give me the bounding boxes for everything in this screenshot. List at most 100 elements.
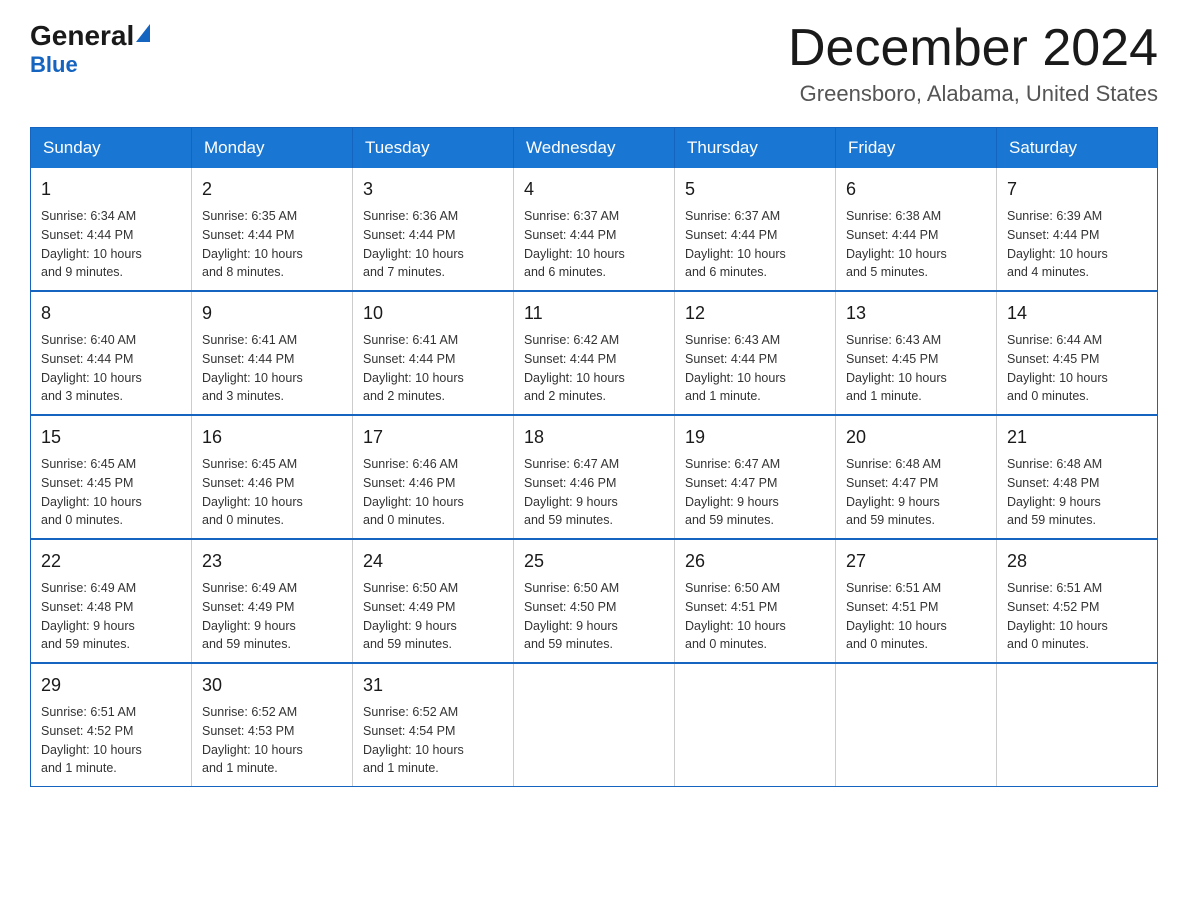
day-number: 12 (685, 300, 825, 327)
logo-general-text: General (30, 20, 134, 52)
weekday-header-tuesday: Tuesday (353, 128, 514, 169)
calendar-day: 16 Sunrise: 6:45 AM Sunset: 4:46 PM Dayli… (192, 415, 353, 539)
day-number: 15 (41, 424, 181, 451)
calendar-week-3: 15 Sunrise: 6:45 AM Sunset: 4:45 PM Dayli… (31, 415, 1158, 539)
day-number: 8 (41, 300, 181, 327)
page-header: General Blue December 2024 Greensboro, A… (30, 20, 1158, 107)
day-number: 4 (524, 176, 664, 203)
day-number: 14 (1007, 300, 1147, 327)
calendar-day: 4 Sunrise: 6:37 AM Sunset: 4:44 PM Daylig… (514, 168, 675, 291)
day-number: 3 (363, 176, 503, 203)
day-info: Sunrise: 6:45 AM Sunset: 4:45 PM Dayligh… (41, 455, 181, 530)
day-number: 22 (41, 548, 181, 575)
calendar-week-4: 22 Sunrise: 6:49 AM Sunset: 4:48 PM Dayli… (31, 539, 1158, 663)
calendar-day: 9 Sunrise: 6:41 AM Sunset: 4:44 PM Daylig… (192, 291, 353, 415)
logo-triangle-icon (136, 24, 150, 42)
day-number: 9 (202, 300, 342, 327)
day-info: Sunrise: 6:48 AM Sunset: 4:48 PM Dayligh… (1007, 455, 1147, 530)
day-info: Sunrise: 6:37 AM Sunset: 4:44 PM Dayligh… (524, 207, 664, 282)
day-info: Sunrise: 6:50 AM Sunset: 4:50 PM Dayligh… (524, 579, 664, 654)
day-number: 5 (685, 176, 825, 203)
day-number: 18 (524, 424, 664, 451)
month-title: December 2024 (788, 20, 1158, 77)
logo: General Blue (30, 20, 150, 78)
day-number: 6 (846, 176, 986, 203)
day-number: 13 (846, 300, 986, 327)
day-number: 16 (202, 424, 342, 451)
calendar-day: 8 Sunrise: 6:40 AM Sunset: 4:44 PM Daylig… (31, 291, 192, 415)
day-number: 10 (363, 300, 503, 327)
calendar-day: 7 Sunrise: 6:39 AM Sunset: 4:44 PM Daylig… (997, 168, 1158, 291)
day-number: 30 (202, 672, 342, 699)
day-info: Sunrise: 6:44 AM Sunset: 4:45 PM Dayligh… (1007, 331, 1147, 406)
calendar-day: 10 Sunrise: 6:41 AM Sunset: 4:44 PM Dayli… (353, 291, 514, 415)
calendar-day: 30 Sunrise: 6:52 AM Sunset: 4:53 PM Dayli… (192, 663, 353, 787)
title-block: December 2024 Greensboro, Alabama, Unite… (788, 20, 1158, 107)
day-number: 2 (202, 176, 342, 203)
day-info: Sunrise: 6:49 AM Sunset: 4:49 PM Dayligh… (202, 579, 342, 654)
day-info: Sunrise: 6:49 AM Sunset: 4:48 PM Dayligh… (41, 579, 181, 654)
calendar-day: 25Sunrise: 6:50 AM Sunset: 4:50 PM Dayli… (514, 539, 675, 663)
calendar-day: 23 Sunrise: 6:49 AM Sunset: 4:49 PM Dayli… (192, 539, 353, 663)
day-info: Sunrise: 6:47 AM Sunset: 4:46 PM Dayligh… (524, 455, 664, 530)
calendar-day (675, 663, 836, 787)
day-info: Sunrise: 6:51 AM Sunset: 4:52 PM Dayligh… (41, 703, 181, 778)
day-info: Sunrise: 6:47 AM Sunset: 4:47 PM Dayligh… (685, 455, 825, 530)
day-info: Sunrise: 6:43 AM Sunset: 4:44 PM Dayligh… (685, 331, 825, 406)
day-info: Sunrise: 6:43 AM Sunset: 4:45 PM Dayligh… (846, 331, 986, 406)
day-info: Sunrise: 6:46 AM Sunset: 4:46 PM Dayligh… (363, 455, 503, 530)
calendar-day: 18 Sunrise: 6:47 AM Sunset: 4:46 PM Dayli… (514, 415, 675, 539)
weekday-header-row: SundayMondayTuesdayWednesdayThursdayFrid… (31, 128, 1158, 169)
day-info: Sunrise: 6:39 AM Sunset: 4:44 PM Dayligh… (1007, 207, 1147, 282)
day-info: Sunrise: 6:51 AM Sunset: 4:51 PM Dayligh… (846, 579, 986, 654)
weekday-header-sunday: Sunday (31, 128, 192, 169)
day-number: 19 (685, 424, 825, 451)
calendar-day: 1 Sunrise: 6:34 AM Sunset: 4:44 PM Daylig… (31, 168, 192, 291)
weekday-header-saturday: Saturday (997, 128, 1158, 169)
calendar-day: 21 Sunrise: 6:48 AM Sunset: 4:48 PM Dayli… (997, 415, 1158, 539)
day-info: Sunrise: 6:36 AM Sunset: 4:44 PM Dayligh… (363, 207, 503, 282)
day-number: 27 (846, 548, 986, 575)
calendar-table: SundayMondayTuesdayWednesdayThursdayFrid… (30, 127, 1158, 787)
calendar-day: 14 Sunrise: 6:44 AM Sunset: 4:45 PM Dayli… (997, 291, 1158, 415)
day-info: Sunrise: 6:41 AM Sunset: 4:44 PM Dayligh… (202, 331, 342, 406)
calendar-day: 24Sunrise: 6:50 AM Sunset: 4:49 PM Dayli… (353, 539, 514, 663)
day-number: 17 (363, 424, 503, 451)
day-number: 29 (41, 672, 181, 699)
calendar-day: 20 Sunrise: 6:48 AM Sunset: 4:47 PM Dayli… (836, 415, 997, 539)
day-info: Sunrise: 6:50 AM Sunset: 4:51 PM Dayligh… (685, 579, 825, 654)
day-info: Sunrise: 6:52 AM Sunset: 4:53 PM Dayligh… (202, 703, 342, 778)
calendar-week-1: 1 Sunrise: 6:34 AM Sunset: 4:44 PM Daylig… (31, 168, 1158, 291)
day-info: Sunrise: 6:35 AM Sunset: 4:44 PM Dayligh… (202, 207, 342, 282)
day-number: 26 (685, 548, 825, 575)
calendar-day (997, 663, 1158, 787)
day-number: 28 (1007, 548, 1147, 575)
day-info: Sunrise: 6:40 AM Sunset: 4:44 PM Dayligh… (41, 331, 181, 406)
calendar-day: 12 Sunrise: 6:43 AM Sunset: 4:44 PM Dayli… (675, 291, 836, 415)
calendar-day: 29 Sunrise: 6:51 AM Sunset: 4:52 PM Dayli… (31, 663, 192, 787)
day-number: 20 (846, 424, 986, 451)
day-number: 21 (1007, 424, 1147, 451)
weekday-header-thursday: Thursday (675, 128, 836, 169)
day-info: Sunrise: 6:37 AM Sunset: 4:44 PM Dayligh… (685, 207, 825, 282)
day-info: Sunrise: 6:45 AM Sunset: 4:46 PM Dayligh… (202, 455, 342, 530)
day-info: Sunrise: 6:38 AM Sunset: 4:44 PM Dayligh… (846, 207, 986, 282)
day-info: Sunrise: 6:41 AM Sunset: 4:44 PM Dayligh… (363, 331, 503, 406)
day-info: Sunrise: 6:52 AM Sunset: 4:54 PM Dayligh… (363, 703, 503, 778)
day-number: 23 (202, 548, 342, 575)
calendar-day: 15 Sunrise: 6:45 AM Sunset: 4:45 PM Dayli… (31, 415, 192, 539)
calendar-day: 6 Sunrise: 6:38 AM Sunset: 4:44 PM Daylig… (836, 168, 997, 291)
day-number: 7 (1007, 176, 1147, 203)
calendar-day: 3 Sunrise: 6:36 AM Sunset: 4:44 PM Daylig… (353, 168, 514, 291)
calendar-day: 27 Sunrise: 6:51 AM Sunset: 4:51 PM Dayli… (836, 539, 997, 663)
calendar-day: 22 Sunrise: 6:49 AM Sunset: 4:48 PM Dayli… (31, 539, 192, 663)
location-subtitle: Greensboro, Alabama, United States (788, 81, 1158, 107)
calendar-day: 5 Sunrise: 6:37 AM Sunset: 4:44 PM Daylig… (675, 168, 836, 291)
day-number: 11 (524, 300, 664, 327)
day-info: Sunrise: 6:48 AM Sunset: 4:47 PM Dayligh… (846, 455, 986, 530)
calendar-day: 13 Sunrise: 6:43 AM Sunset: 4:45 PM Dayli… (836, 291, 997, 415)
day-number: 1 (41, 176, 181, 203)
day-number: 31 (363, 672, 503, 699)
calendar-day (836, 663, 997, 787)
day-info: Sunrise: 6:34 AM Sunset: 4:44 PM Dayligh… (41, 207, 181, 282)
